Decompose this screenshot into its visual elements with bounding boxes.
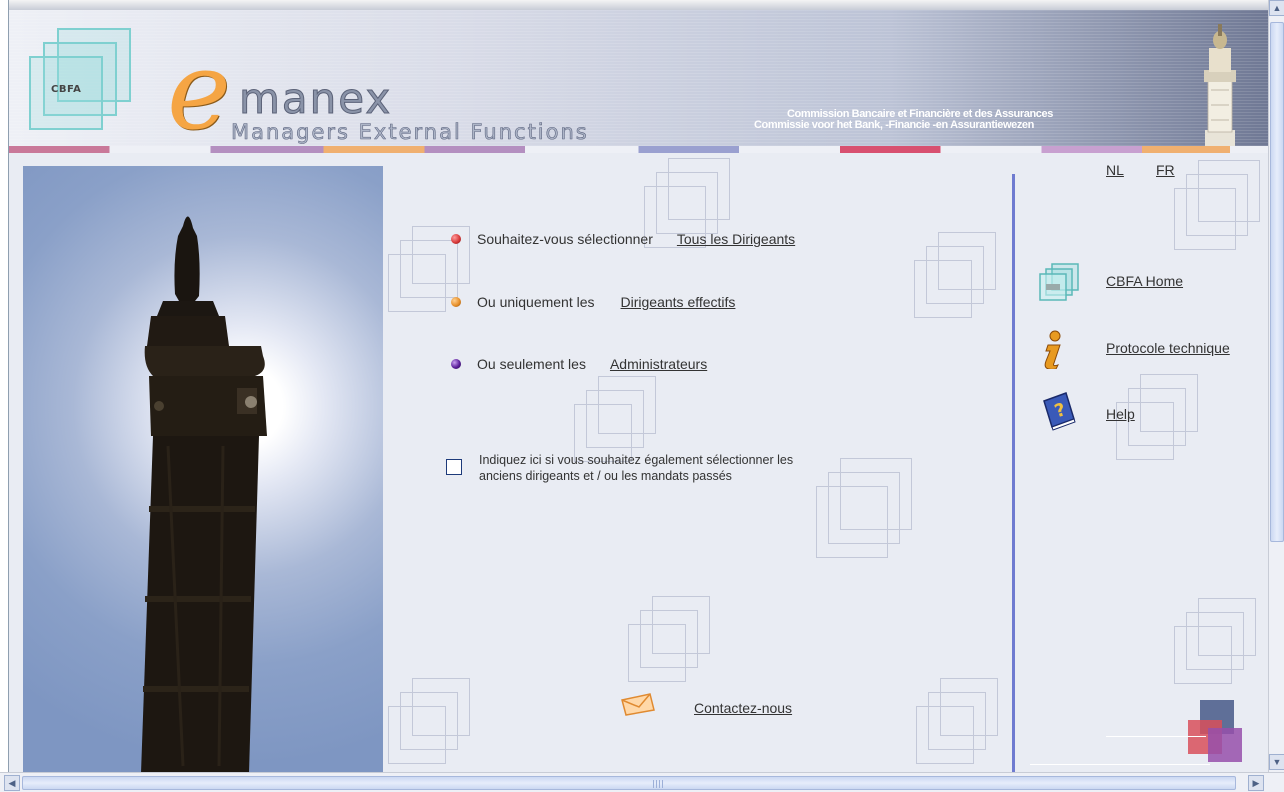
column-monument-icon — [1204, 24, 1236, 146]
orange-bullet-icon — [451, 297, 461, 307]
brand-subtitle: Managers External Functions — [231, 120, 589, 145]
vertical-scroll-thumb[interactable] — [1270, 22, 1284, 542]
scroll-down-button[interactable]: ▼ — [1269, 754, 1284, 770]
effective-directors-link[interactable]: Dirigeants effectifs — [621, 294, 736, 310]
past-mandates-label: Indiquez ici si vous souhaitez également… — [479, 453, 794, 483]
cbfa-logo-icon[interactable] — [1038, 262, 1082, 302]
window-top-edge — [0, 0, 1268, 10]
cbfa-logo[interactable]: CBFA — [23, 24, 143, 134]
cbfa-home-link[interactable]: CBFA Home — [1106, 273, 1183, 289]
info-icon[interactable] — [1038, 329, 1068, 369]
logo-text: CBFA — [51, 84, 82, 95]
language-fr-link[interactable]: FR — [1156, 162, 1175, 178]
help-book-icon[interactable]: ? — [1038, 391, 1078, 431]
option-label: Ou uniquement les — [477, 294, 595, 310]
red-bullet-icon — [451, 234, 461, 244]
divider-line — [1106, 736, 1206, 737]
horizontal-scroll-thumb[interactable] — [22, 776, 1236, 790]
scroll-right-button[interactable]: ▶ — [1248, 775, 1264, 791]
horizontal-scrollbar[interactable]: ◀ ▶ — [0, 772, 1284, 792]
site-header: CBFA e manex Managers External Functions… — [9, 10, 1268, 146]
main-content: Souhaitez-vous sélectionner Tous les Dir… — [384, 158, 1011, 773]
institution-name-nl: Commissie voor het Bank, -Financie -en A… — [754, 119, 1034, 131]
vertical-divider — [1012, 174, 1015, 773]
option-administrators: Ou seulement les Administrateurs — [451, 356, 707, 372]
past-mandates-checkbox[interactable] — [446, 459, 462, 475]
brand-name: manex — [238, 74, 393, 124]
right-sidebar: NL FR CBFA Home Protocole technique ? He… — [1016, 160, 1268, 773]
scroll-up-button[interactable]: ▲ — [1269, 0, 1284, 16]
header-color-strip — [9, 146, 1268, 153]
option-all-directors: Souhaitez-vous sélectionner Tous les Dir… — [451, 231, 795, 247]
all-directors-link[interactable]: Tous les Dirigeants — [677, 231, 795, 247]
browser-page: CBFA e manex Managers External Functions… — [0, 0, 1284, 792]
vertical-scrollbar[interactable]: ▲ ▼ — [1268, 0, 1284, 772]
window-left-edge — [0, 0, 9, 772]
purple-bullet-icon — [451, 359, 461, 369]
language-nl-link[interactable]: NL — [1106, 162, 1124, 178]
divider-line — [1030, 764, 1210, 765]
column-silhouette-image — [141, 216, 267, 773]
option-label: Souhaitez-vous sélectionner — [477, 231, 653, 247]
administrators-link[interactable]: Administrateurs — [610, 356, 707, 372]
brand-letter-e: e — [167, 29, 231, 154]
column-photo — [23, 166, 383, 773]
option-label: Ou seulement les — [477, 356, 586, 372]
option-effective-directors: Ou uniquement les Dirigeants effectifs — [451, 294, 735, 310]
scroll-left-button[interactable]: ◀ — [4, 775, 20, 791]
technical-protocol-link[interactable]: Protocole technique — [1106, 340, 1230, 356]
help-link[interactable]: Help — [1106, 406, 1135, 422]
contact-link[interactable]: Contactez-nous — [694, 700, 792, 716]
envelope-icon[interactable] — [620, 692, 656, 716]
